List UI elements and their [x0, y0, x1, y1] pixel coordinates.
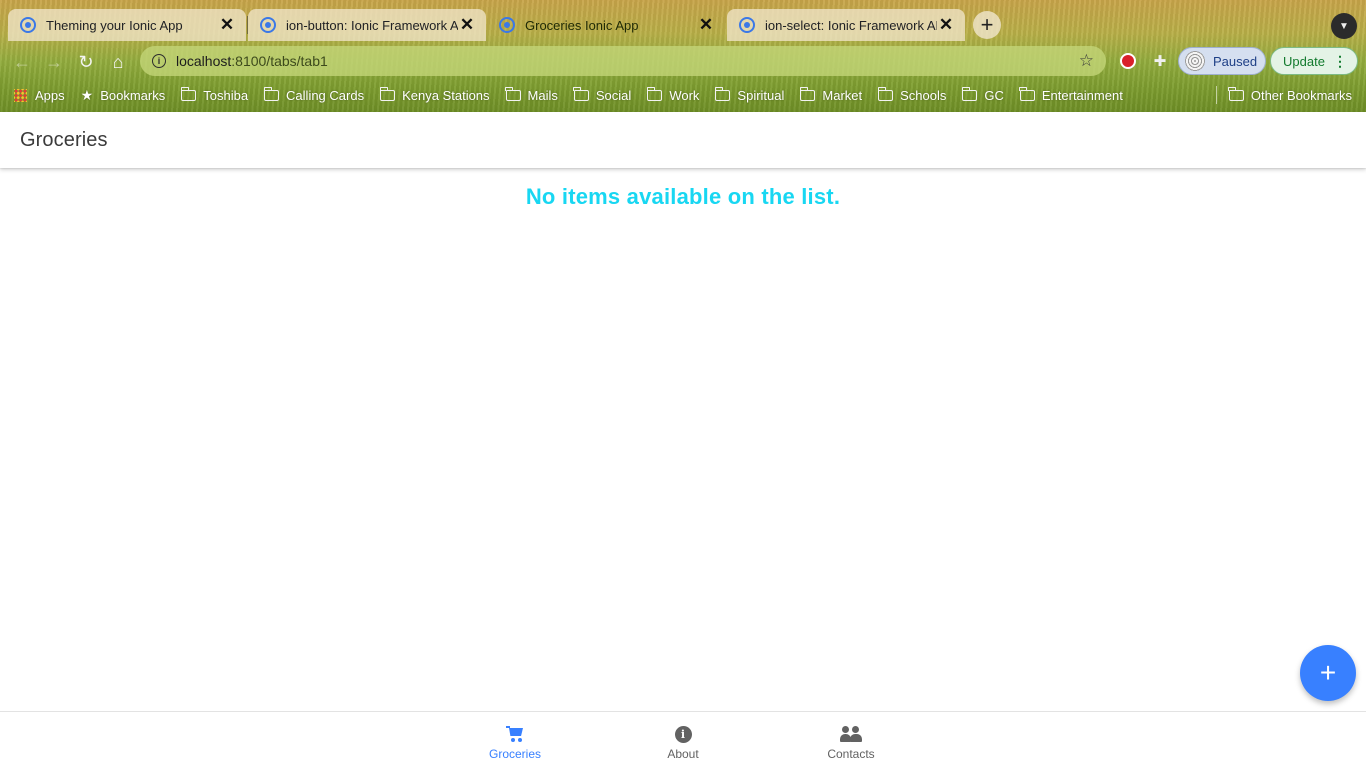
- bookmark-bookmarks[interactable]: ★ Bookmarks: [73, 83, 174, 107]
- ionic-favicon-icon: [739, 17, 755, 33]
- bookmark-folder-kenya-stations[interactable]: Kenya Stations: [372, 83, 497, 107]
- tab-contacts[interactable]: Contacts: [767, 712, 935, 768]
- bookmark-label: Apps: [35, 87, 65, 103]
- close-icon[interactable]: ✕: [937, 15, 955, 34]
- tab-title: ion-select: Ionic Framework API: [765, 17, 937, 33]
- bookmark-folder-schools[interactable]: Schools: [870, 83, 954, 107]
- folder-icon: [505, 86, 521, 101]
- bookmark-folder-mails[interactable]: Mails: [498, 83, 566, 107]
- bookmark-label: Work: [669, 87, 700, 103]
- new-tab-button[interactable]: +: [973, 11, 1001, 39]
- folder-icon: [573, 86, 589, 101]
- folder-icon: [379, 86, 396, 101]
- update-button[interactable]: Update ⋮: [1270, 47, 1358, 75]
- tab-title: ion-button: Ionic Framework API: [286, 17, 458, 33]
- bookmark-folder-social[interactable]: Social: [566, 83, 639, 107]
- forward-arrow-icon[interactable]: →: [41, 49, 67, 75]
- bookmark-folder-toshiba[interactable]: Toshiba: [173, 83, 256, 107]
- apps-grid-icon: [14, 88, 27, 102]
- bookmark-label: Market: [822, 87, 863, 103]
- bookmark-star-icon[interactable]: ☆: [1079, 51, 1094, 71]
- tab-title: Theming your Ionic App: [46, 17, 183, 33]
- bookmark-apps[interactable]: Apps: [0, 83, 73, 107]
- app-header: Groceries: [0, 112, 1366, 168]
- tab-bar: Groceries i About Contacts: [0, 711, 1366, 768]
- bookmark-label: Bookmarks: [100, 87, 166, 103]
- star-icon: ★: [80, 86, 94, 103]
- bookmark-folder-other[interactable]: Other Bookmarks: [1221, 83, 1366, 107]
- bookmark-label: Mails: [527, 87, 558, 103]
- cart-icon: [506, 723, 524, 745]
- bookmark-label: GC: [984, 87, 1004, 103]
- tab-groceries[interactable]: Groceries: [431, 712, 599, 768]
- browser-tab-theming[interactable]: Theming your Ionic App ✕: [8, 9, 246, 41]
- ionic-favicon-icon: [499, 17, 515, 33]
- tab-about[interactable]: i About: [599, 712, 767, 768]
- tab-label: Contacts: [827, 747, 875, 761]
- folder-icon: [714, 86, 731, 101]
- close-icon[interactable]: ✕: [218, 15, 236, 34]
- ionic-app: Groceries No items available on the list…: [0, 112, 1366, 768]
- avatar: [1185, 51, 1205, 71]
- information-circle-icon: i: [674, 723, 692, 745]
- bookmark-label: Other Bookmarks: [1250, 87, 1352, 103]
- tab-label: Groceries: [488, 747, 541, 761]
- tab-strip: Theming your Ionic App ✕ ion-button: Ion…: [0, 0, 1366, 44]
- bookmark-label: Spiritual: [737, 87, 785, 103]
- people-icon: [840, 723, 862, 745]
- url-path: :8100/tabs/tab1: [231, 53, 328, 69]
- extensions-puzzle-icon[interactable]: ✚: [1149, 50, 1171, 72]
- update-label: Update: [1283, 53, 1325, 69]
- bookmark-label: Social: [595, 87, 632, 103]
- folder-icon: [646, 86, 663, 101]
- folder-icon: [799, 86, 816, 101]
- bookmark-label: Entertainment: [1041, 87, 1123, 103]
- browser-tab-ion-select[interactable]: ion-select: Ionic Framework API ✕: [727, 9, 965, 41]
- bookmark-folder-entertainment[interactable]: Entertainment: [1012, 83, 1131, 107]
- back-arrow-icon[interactable]: ←: [9, 49, 35, 75]
- bookmark-label: Toshiba: [203, 87, 249, 103]
- browser-chrome: Theming your Ionic App ✕ ion-button: Ion…: [0, 0, 1366, 112]
- folder-icon: [263, 86, 280, 101]
- folder-icon: [877, 86, 894, 101]
- page-title: Groceries: [20, 128, 108, 151]
- tab-search-icon[interactable]: ▼: [1331, 13, 1357, 39]
- folder-icon: [1228, 86, 1244, 101]
- folder-icon: [1019, 86, 1035, 101]
- bookmark-folder-work[interactable]: Work: [639, 83, 707, 107]
- browser-tab-ion-button[interactable]: ion-button: Ionic Framework API ✕: [248, 9, 486, 41]
- extension-red-icon[interactable]: [1117, 50, 1139, 72]
- home-icon[interactable]: ⌂: [105, 49, 131, 75]
- close-icon[interactable]: ✕: [697, 15, 715, 34]
- bookmark-folder-spiritual[interactable]: Spiritual: [707, 83, 792, 107]
- address-bar[interactable]: i localhost:8100/tabs/tab1 ☆: [140, 46, 1106, 76]
- bookmark-folder-gc[interactable]: GC: [954, 83, 1012, 107]
- bookmark-label: Kenya Stations: [402, 87, 490, 103]
- url-text[interactable]: localhost:8100/tabs/tab1: [176, 53, 1079, 69]
- bookmark-folder-market[interactable]: Market: [792, 83, 870, 107]
- folder-icon: [961, 86, 978, 101]
- plus-icon: +: [1319, 657, 1337, 688]
- browser-tab-groceries[interactable]: Groceries Ionic App ✕: [487, 9, 725, 41]
- bookmark-label: Calling Cards: [286, 87, 365, 103]
- url-host: localhost: [176, 53, 232, 69]
- profile-button[interactable]: Paused: [1178, 47, 1266, 75]
- bookmarks-bar: Apps ★ Bookmarks Toshiba Calling Cards K…: [0, 82, 1366, 108]
- close-icon[interactable]: ✕: [458, 15, 476, 34]
- ionic-favicon-icon: [20, 17, 36, 33]
- site-info-icon[interactable]: i: [152, 54, 166, 68]
- bookmark-folder-calling-cards[interactable]: Calling Cards: [256, 83, 372, 107]
- reload-icon[interactable]: ↻: [73, 49, 99, 75]
- bookmarks-divider: [1215, 86, 1217, 104]
- tab-title: Groceries Ionic App: [525, 17, 639, 33]
- bookmark-label: Schools: [900, 87, 947, 103]
- tab-label: About: [667, 747, 699, 761]
- add-item-button[interactable]: +: [1300, 645, 1356, 701]
- ionic-favicon-icon: [260, 17, 276, 33]
- folder-icon: [180, 86, 197, 101]
- menu-kebab-icon: ⋮: [1333, 52, 1347, 69]
- empty-list-message: No items available on the list.: [525, 184, 841, 209]
- browser-toolbar: ← → ↻ ⌂ i localhost:8100/tabs/tab1 ☆ ✚ P…: [0, 44, 1366, 80]
- profile-status: Paused: [1213, 53, 1258, 69]
